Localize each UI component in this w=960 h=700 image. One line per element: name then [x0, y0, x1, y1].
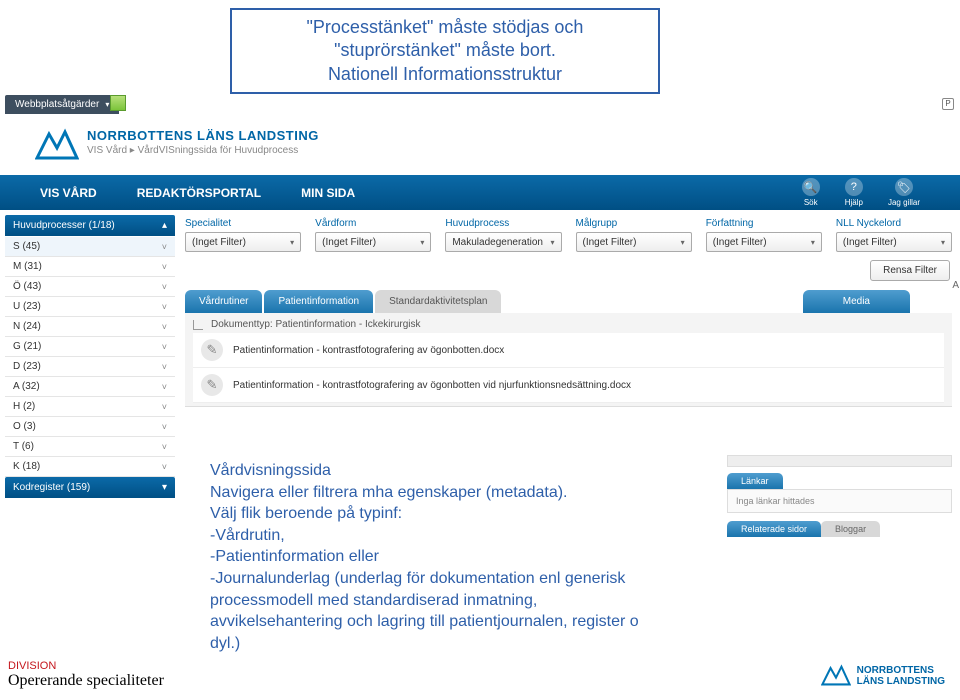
sidebar-item[interactable]: U (23)˅ [5, 297, 175, 317]
a-badge: A [952, 280, 959, 291]
sidebar-foot[interactable]: Kodregister (159) ▾ [5, 477, 175, 498]
sidebar-item[interactable]: M (31)˅ [5, 257, 175, 277]
sidebar-item[interactable]: K (18)˅ [5, 457, 175, 477]
nav-min-sida[interactable]: MIN SIDA [301, 186, 355, 200]
sidebar-item[interactable]: G (21)˅ [5, 337, 175, 357]
footer-brand: NORRBOTTENS LÄNS LANDSTING [821, 664, 945, 688]
doc-row[interactable]: ✎Patientinformation - kontrastfotografer… [193, 333, 944, 368]
filter-bar: Specialitet (Inget Filter) Vårdform (Inget… [185, 218, 952, 252]
excel-icon[interactable] [110, 95, 126, 111]
site-actions-label: Webbplatsåtgärder [15, 99, 99, 110]
filter-malgrupp[interactable]: (Inget Filter) [576, 232, 692, 252]
sidebar-item[interactable]: T (6)˅ [5, 437, 175, 457]
brand-logo-icon [35, 128, 79, 162]
callout-line1: "Processtänket" måste stödjas och "stupr… [242, 16, 648, 63]
filter-huvudprocess[interactable]: Makuladegeneration [445, 232, 561, 252]
slide-footer: DIVISION Opererande specialiteter [8, 660, 164, 690]
filter-label: Målgrupp [576, 218, 692, 229]
breadcrumb: VIS Vård ▸ VårdVISningssida för Huvudpro… [87, 145, 319, 156]
search-button[interactable]: 🔍Sök [802, 178, 820, 207]
filter-label: Författning [706, 218, 822, 229]
tab-vardrutiner[interactable]: Vårdrutiner [185, 290, 262, 313]
tag-icon: 🏷 [895, 178, 913, 196]
filter-label: NLL Nyckelord [836, 218, 952, 229]
links-empty: Inga länkar hittades [727, 489, 952, 513]
related-widget: Relaterade sidor Bloggar [727, 521, 952, 537]
sidebar-item[interactable]: Ö (43)˅ [5, 277, 175, 297]
filter-forfattning[interactable]: (Inget Filter) [706, 232, 822, 252]
doc-group: Dokumenttyp: Patientinformation - Ickeki… [185, 313, 952, 407]
sidebar-item[interactable]: S (45)˅ [5, 237, 175, 257]
tab-lankar[interactable]: Länkar [727, 473, 783, 489]
filter-vardform[interactable]: (Inget Filter) [315, 232, 431, 252]
search-icon: 🔍 [802, 178, 820, 196]
sidebar: Huvudprocesser (1/18) ▴ S (45)˅ M (31)˅ … [5, 215, 175, 499]
tab-relaterade[interactable]: Relaterade sidor [727, 521, 821, 537]
document-icon: ✎ [201, 339, 223, 361]
filter-nyckelord[interactable]: (Inget Filter) [836, 232, 952, 252]
callout-line2: Nationell Informationsstruktur [242, 63, 648, 86]
sidebar-item[interactable]: H (2)˅ [5, 397, 175, 417]
sidebar-item[interactable]: O (3)˅ [5, 417, 175, 437]
brand-name: NORRBOTTENS LÄNS LANDSTING [87, 128, 319, 143]
links-widget: Länkar Inga länkar hittades [727, 473, 952, 513]
footer-logo-icon [821, 664, 851, 688]
top-nav: VIS VÅRD REDAKTÖRSPORTAL MIN SIDA 🔍Sök ?… [0, 175, 960, 210]
footer-brand-text: NORRBOTTENS LÄNS LANDSTING [857, 665, 945, 687]
document-icon: ✎ [201, 374, 223, 396]
corner-badge: P [942, 98, 954, 110]
annotation-text: Vårdvisningssida Navigera eller filtrera… [210, 460, 670, 654]
tab-patientinformation[interactable]: Patientinformation [264, 290, 373, 313]
filter-label: Specialitet [185, 218, 301, 229]
like-button[interactable]: 🏷Jag gillar [888, 178, 920, 207]
filter-label: Huvudprocess [445, 218, 561, 229]
nav-redaktorsportal[interactable]: REDAKTÖRSPORTAL [137, 186, 261, 200]
tab-bar: Vårdrutiner Patientinformation Standarda… [185, 290, 952, 313]
brand-block: NORRBOTTENS LÄNS LANDSTING VIS Vård ▸ Vå… [35, 128, 319, 162]
doc-row[interactable]: ✎Patientinformation - kontrastfotografer… [193, 368, 944, 403]
side-widgets: Länkar Inga länkar hittades Relaterade s… [727, 455, 952, 545]
help-icon: ? [845, 178, 863, 196]
tab-media[interactable]: Media [803, 290, 910, 313]
sidebar-item[interactable]: D (23)˅ [5, 357, 175, 377]
tree-corner-icon [193, 320, 203, 330]
sidebar-item[interactable]: A (32)˅ [5, 377, 175, 397]
doc-group-header[interactable]: Dokumenttyp: Patientinformation - Ickeki… [193, 316, 944, 333]
help-button[interactable]: ?Hjälp [845, 178, 863, 207]
filter-label: Vårdform [315, 218, 431, 229]
filter-specialitet[interactable]: (Inget Filter) [185, 232, 301, 252]
nav-vis-vard[interactable]: VIS VÅRD [40, 186, 97, 200]
tab-standardaktivitetsplan[interactable]: Standardaktivitetsplan [375, 290, 501, 313]
tab-bloggar[interactable]: Bloggar [821, 521, 880, 537]
content-area: Vårdrutiner Patientinformation Standarda… [185, 290, 952, 407]
chevron-down-icon [105, 99, 109, 110]
footer-name: Opererande specialiteter [8, 672, 164, 690]
footer-division: DIVISION [8, 660, 164, 672]
site-actions-menu[interactable]: Webbplatsåtgärder [5, 95, 119, 114]
slide-callout: "Processtänket" måste stödjas och "stupr… [230, 8, 660, 94]
clear-filter-button[interactable]: Rensa Filter [870, 260, 950, 281]
sidebar-head[interactable]: Huvudprocesser (1/18) ▴ [5, 215, 175, 236]
sidebar-item[interactable]: N (24)˅ [5, 317, 175, 337]
